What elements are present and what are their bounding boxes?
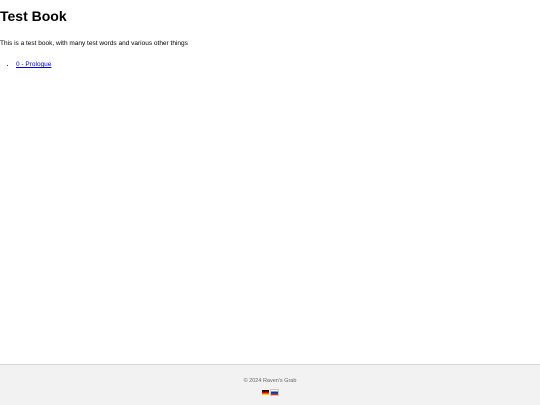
book-title: Test Book — [0, 8, 67, 24]
footer: © 2024 Raven's Grab — [0, 364, 540, 405]
copyright-text: © 2024 Raven's Grab — [243, 378, 297, 384]
chapter-list-item: 0 - Prologue — [16, 61, 51, 69]
main-content: Test Book This is a test book, with many… — [0, 0, 540, 364]
book-description: This is a test book, with many test word… — [0, 40, 188, 47]
chapter-list: 0 - Prologue — [0, 61, 51, 69]
german-flag-icon[interactable] — [262, 390, 269, 395]
language-switcher — [0, 389, 540, 396]
chapter-link-prologue[interactable]: 0 - Prologue — [16, 61, 51, 68]
russian-flag-icon[interactable] — [270, 389, 279, 396]
page: Test Book This is a test book, with many… — [0, 0, 540, 405]
